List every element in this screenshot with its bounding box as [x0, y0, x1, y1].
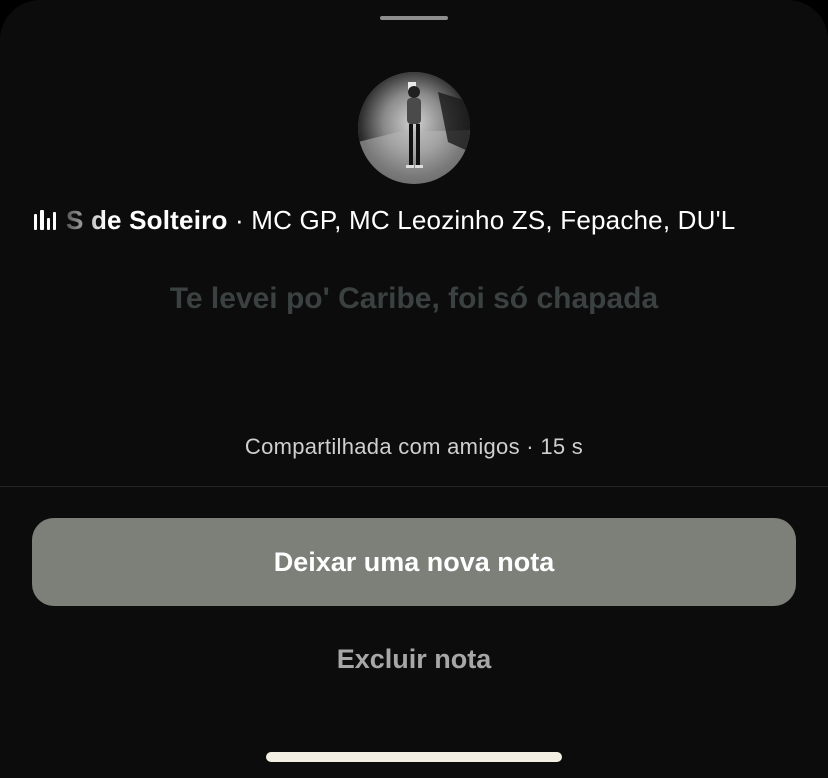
equalizer-icon	[34, 210, 56, 230]
note-lyric: Te levei po' Caribe, foi só chapada	[169, 282, 659, 315]
sheet-grabber[interactable]	[380, 16, 448, 20]
music-separator: ·	[227, 204, 252, 235]
music-info[interactable]: S de Solteiro · MC GP, MC Leozinho ZS, F…	[34, 200, 794, 240]
avatar[interactable]	[358, 72, 470, 184]
home-indicator	[266, 752, 562, 762]
note-sheet: S de Solteiro · MC GP, MC Leozinho ZS, F…	[0, 0, 828, 778]
song-title: S de Solteiro	[66, 204, 228, 235]
delete-note-button[interactable]: Excluir nota	[0, 638, 828, 680]
artist-list: MC GP, MC Leozinho ZS, Fepache, DU'L	[251, 204, 736, 235]
shared-status: Compartilhada com amigos · 15 s	[244, 434, 584, 459]
new-note-button[interactable]: Deixar uma nova nota	[32, 518, 796, 606]
avatar-photo-icon	[358, 72, 470, 184]
divider	[0, 486, 828, 487]
music-text: S de Solteiro · MC GP, MC Leozinho ZS, F…	[66, 205, 735, 236]
